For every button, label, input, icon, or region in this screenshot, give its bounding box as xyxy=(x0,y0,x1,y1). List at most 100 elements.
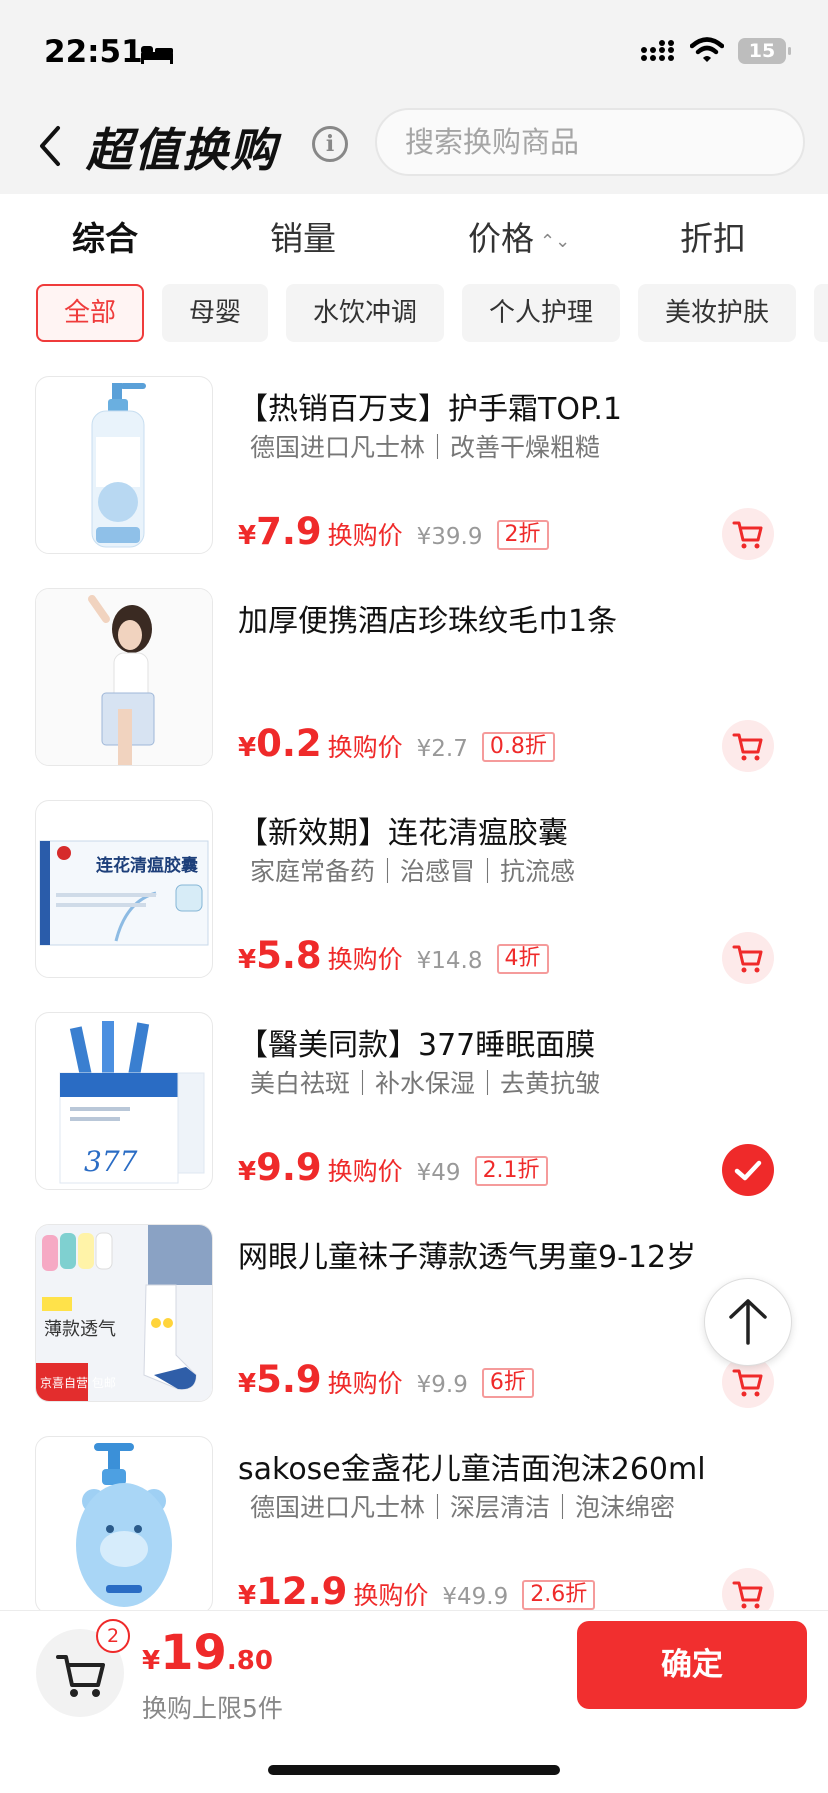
cart-icon xyxy=(732,521,763,549)
sort-bar: 综合 销量 价格 ⌃⌄ 折扣 xyxy=(0,194,828,278)
search-input[interactable] xyxy=(375,108,805,176)
home-indicator xyxy=(268,1765,560,1775)
original-price: ¥14.8 xyxy=(416,948,483,974)
total-currency: ¥ xyxy=(142,1646,161,1676)
discount-badge: 2.6折 xyxy=(522,1580,596,1610)
status-time: 22:51 xyxy=(44,34,143,70)
product-image-sleeping-mask: 377 xyxy=(35,1012,213,1190)
currency-symbol: ¥ xyxy=(238,1581,257,1611)
currency-symbol: ¥ xyxy=(238,945,257,975)
price-label: 换购价 xyxy=(353,1581,429,1610)
sort-tab-price[interactable]: 价格 ⌃⌄ xyxy=(468,212,570,260)
original-price: ¥2.7 xyxy=(416,736,468,762)
sort-tab-sales[interactable]: 销量 xyxy=(270,212,336,260)
cart-icon xyxy=(732,945,763,973)
cart-count-badge: 2 xyxy=(96,1619,130,1653)
price-row: ¥7.9 换购价 ¥39.9 2折 xyxy=(238,510,549,554)
product-image-towel xyxy=(35,588,213,766)
exchange-limit-text: 换购上限5件 xyxy=(142,1694,283,1723)
price-row: ¥5.8 换购价 ¥14.8 4折 xyxy=(238,934,549,978)
sort-tab-label: 综合 xyxy=(72,219,138,258)
category-chip-personal-care[interactable]: 个人护理 xyxy=(462,284,620,342)
discount-badge: 4折 xyxy=(496,944,549,974)
category-chip-beauty[interactable]: 美妆护肤 xyxy=(638,284,796,342)
product-item[interactable]: 377 【醫美同款】377睡眠面膜 美白祛斑｜补水保湿｜去黄抗皱 ¥9.9 换购价… xyxy=(0,1012,828,1224)
category-chip-drinks[interactable]: 水饮冲调 xyxy=(286,284,444,342)
wifi-icon xyxy=(690,37,724,62)
price-label: 换购价 xyxy=(327,1369,403,1398)
status-bar: 22:51 15 xyxy=(0,0,828,100)
price-label: 换购价 xyxy=(327,521,403,550)
package-label: 连花清瘟胶囊 xyxy=(96,855,198,876)
product-image-face-wash xyxy=(35,1436,213,1614)
cellular-signal-icon xyxy=(641,40,674,61)
price-label: 换购价 xyxy=(327,733,403,762)
product-image-socks: 薄款透气 京喜自营 包邮 xyxy=(35,1224,213,1402)
product-name: 【热销百万支】护手霜TOP.1 xyxy=(238,392,622,427)
product-name: sakose金盏花儿童洁面泡沫260ml xyxy=(238,1452,706,1487)
product-name: 【醫美同款】377睡眠面膜 xyxy=(238,1028,596,1063)
discount-badge: 2.1折 xyxy=(474,1156,548,1186)
package-label: 377 xyxy=(84,1145,138,1178)
exchange-price: 0.2 xyxy=(256,722,322,765)
product-name: 网眼儿童袜子薄款透气男童9-12岁 xyxy=(238,1240,697,1275)
exchange-price: 12.9 xyxy=(256,1570,348,1613)
package-label: 薄款透气 xyxy=(44,1319,116,1340)
sort-tab-comprehensive[interactable]: 综合 xyxy=(72,212,138,260)
product-subtitle: 家庭常备药｜治感冒｜抗流感 xyxy=(250,857,576,886)
price-row: ¥12.9 换购价 ¥49.9 2.6折 xyxy=(238,1570,596,1614)
page-title: 超值换购 xyxy=(86,123,278,177)
exchange-price: 7.9 xyxy=(256,510,322,553)
product-image-hand-cream xyxy=(35,376,213,554)
sort-tab-label: 折扣 xyxy=(680,219,746,258)
confirm-button[interactable]: 确定 xyxy=(577,1621,807,1709)
page-header: 超值换购 i xyxy=(0,100,828,194)
checkmark-icon xyxy=(734,1160,762,1181)
price-label: 换购价 xyxy=(327,945,403,974)
discount-badge: 2折 xyxy=(496,520,549,550)
sort-tab-discount[interactable]: 折扣 xyxy=(680,212,746,260)
category-chip-all[interactable]: 全部 xyxy=(36,284,144,342)
original-price: ¥9.9 xyxy=(416,1372,468,1398)
original-price: ¥49.9 xyxy=(442,1584,509,1610)
battery-indicator: 15 xyxy=(738,38,791,64)
product-name: 【新效期】连花清瘟胶囊 xyxy=(238,816,568,851)
original-price: ¥39.9 xyxy=(416,524,483,550)
sort-tab-label: 价格 xyxy=(468,219,534,258)
product-subtitle: 德国进口凡士林｜深层清洁｜泡沫绵密 xyxy=(250,1493,676,1522)
product-item[interactable]: 加厚便携酒店珍珠纹毛巾1条 ¥0.2 换购价 ¥2.7 0.8折 xyxy=(0,588,828,800)
currency-symbol: ¥ xyxy=(238,521,257,551)
arrow-up-icon xyxy=(729,1299,767,1345)
category-chip-more[interactable] xyxy=(814,284,828,342)
product-item[interactable]: 【热销百万支】护手霜TOP.1 德国进口凡士林｜改善干燥粗糙 ¥7.9 换购价 ¥3… xyxy=(0,376,828,588)
scroll-to-top-button[interactable] xyxy=(704,1278,792,1366)
product-item[interactable]: 连花清瘟胶囊 【新效期】连花清瘟胶囊 家庭常备药｜治感冒｜抗流感 ¥5.8 换购价… xyxy=(0,800,828,1012)
add-to-cart-button[interactable] xyxy=(722,508,774,560)
category-filter-bar: 全部 母婴 水饮冲调 个人护理 美妆护肤 xyxy=(0,282,828,346)
sort-tab-label: 销量 xyxy=(270,219,336,258)
product-image-capsules: 连花清瘟胶囊 xyxy=(35,800,213,978)
selected-checkbox[interactable] xyxy=(722,1144,774,1196)
category-chip-baby[interactable]: 母婴 xyxy=(162,284,268,342)
currency-symbol: ¥ xyxy=(238,1369,257,1399)
discount-badge: 0.8折 xyxy=(481,732,555,762)
price-row: ¥0.2 换购价 ¥2.7 0.8折 xyxy=(238,722,555,766)
cart-icon xyxy=(732,733,763,761)
promo-tag: 京喜自营 包邮 xyxy=(40,1376,116,1390)
product-subtitle: 美白祛斑｜补水保湿｜去黄抗皱 xyxy=(250,1069,601,1098)
exchange-price: 5.8 xyxy=(256,934,322,977)
price-row: ¥9.9 换购价 ¥49 2.1折 xyxy=(238,1146,548,1190)
info-icon[interactable]: i xyxy=(312,126,348,162)
back-arrow-icon[interactable] xyxy=(36,122,64,170)
checkout-bar: 2 ¥19.80 换购上限5件 确定 xyxy=(0,1610,828,1793)
product-subtitle: 德国进口凡士林｜改善干燥粗糙 xyxy=(250,433,601,462)
add-to-cart-button[interactable] xyxy=(722,720,774,772)
product-name: 加厚便携酒店珍珠纹毛巾1条 xyxy=(238,604,618,639)
total-decimal: .80 xyxy=(226,1646,273,1676)
total-price: ¥19.80 xyxy=(142,1625,273,1681)
sleep-focus-icon xyxy=(141,46,173,64)
exchange-price: 9.9 xyxy=(256,1146,322,1189)
price-row: ¥5.9 换购价 ¥9.9 6折 xyxy=(238,1358,534,1402)
add-to-cart-button[interactable] xyxy=(722,932,774,984)
currency-symbol: ¥ xyxy=(238,733,257,763)
